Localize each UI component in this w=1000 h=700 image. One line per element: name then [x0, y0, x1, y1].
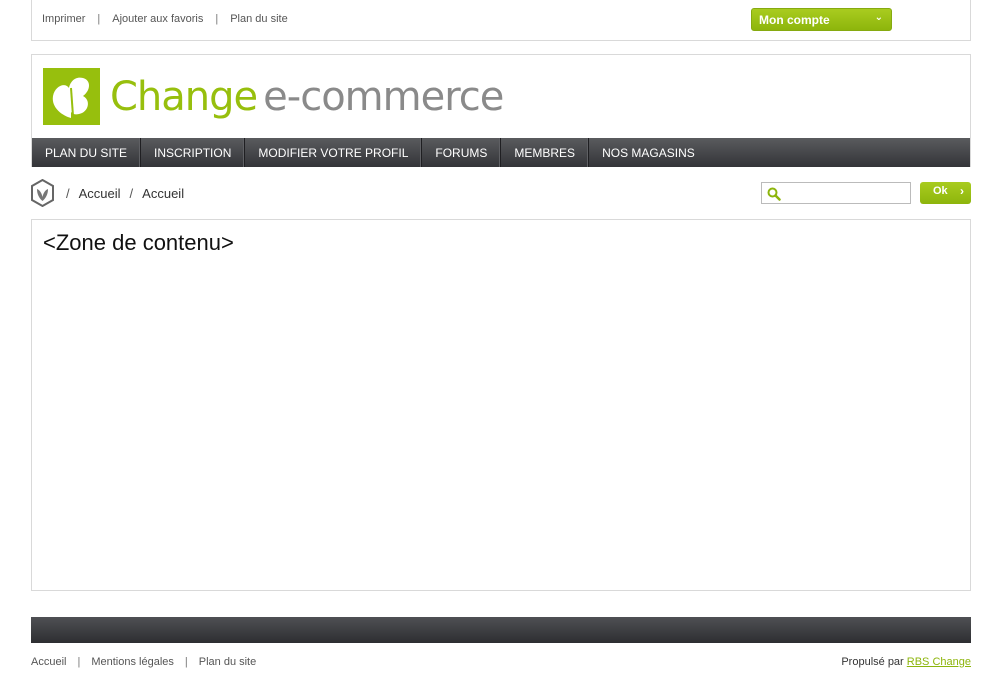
nav-item-forums[interactable]: FORUMS	[422, 138, 502, 167]
search-ok-button[interactable]: Ok ›	[920, 182, 971, 204]
footer-link-mentions-legales[interactable]: Mentions légales	[91, 656, 174, 668]
sitemap-link[interactable]: Plan du site	[230, 13, 287, 25]
print-link[interactable]: Imprimer	[42, 13, 85, 25]
search-input[interactable]	[784, 185, 904, 201]
chevron-down-icon: ⌄	[874, 12, 883, 23]
footer-links: Accueil | Mentions légales | Plan du sit…	[31, 656, 256, 668]
site-logo-text[interactable]: Change e-commerce	[110, 74, 504, 120]
breadcrumb-item-current: Accueil	[142, 186, 185, 201]
logo-change-text: Change	[110, 74, 258, 120]
footer-bar	[31, 617, 971, 643]
nav-item-membres[interactable]: MEMBRES	[501, 138, 590, 167]
content-heading: <Zone de contenu>	[43, 230, 234, 255]
nav-item-nos-magasins[interactable]: NOS MAGASINS	[589, 138, 708, 167]
footer-link-separator: |	[77, 656, 81, 668]
rbs-change-link[interactable]: RBS Change	[907, 656, 971, 668]
powered-by: Propulsé par RBS Change	[841, 656, 971, 668]
top-utility-bar: Imprimer | Ajouter aux favoris | Plan du…	[31, 0, 971, 41]
nav-item-inscription[interactable]: INSCRIPTION	[141, 138, 246, 167]
breadcrumb-item-accueil[interactable]: Accueil	[79, 186, 121, 201]
my-account-button[interactable]: Mon compte ⌄	[751, 8, 892, 31]
footer-link-plan-du-site[interactable]: Plan du site	[199, 656, 256, 668]
top-links: Imprimer | Ajouter aux favoris | Plan du…	[42, 13, 288, 25]
nav-item-modifier-profil[interactable]: MODIFIER VOTRE PROFIL	[245, 138, 423, 167]
butterfly-logo-icon[interactable]	[43, 68, 100, 125]
my-account-label: Mon compte	[759, 13, 830, 27]
content-zone: <Zone de contenu>	[31, 219, 971, 591]
site-header: Change e-commerce PLAN DU SITE INSCRIPTIO…	[31, 54, 971, 167]
chevron-right-icon: ›	[960, 184, 964, 198]
breadcrumb: / Accueil / Accueil	[66, 186, 193, 201]
powered-by-prefix: Propulsé par	[841, 656, 904, 668]
nav-item-plan-du-site[interactable]: PLAN DU SITE	[32, 138, 142, 167]
footer-link-separator: |	[184, 656, 188, 668]
top-link-separator: |	[97, 13, 101, 25]
breadcrumb-separator: /	[66, 186, 70, 201]
footer-link-accueil[interactable]: Accueil	[31, 656, 66, 668]
top-link-separator: |	[215, 13, 219, 25]
home-icon[interactable]	[31, 178, 54, 208]
search-icon	[767, 187, 781, 201]
logo-ecommerce-text: e-commerce	[263, 74, 504, 120]
breadcrumb-separator: /	[129, 186, 134, 201]
search-ok-label: Ok	[933, 185, 948, 197]
main-navigation: PLAN DU SITE INSCRIPTION MODIFIER VOTRE …	[32, 138, 970, 167]
search-box	[761, 182, 911, 204]
add-favorites-link[interactable]: Ajouter aux favoris	[112, 13, 203, 25]
